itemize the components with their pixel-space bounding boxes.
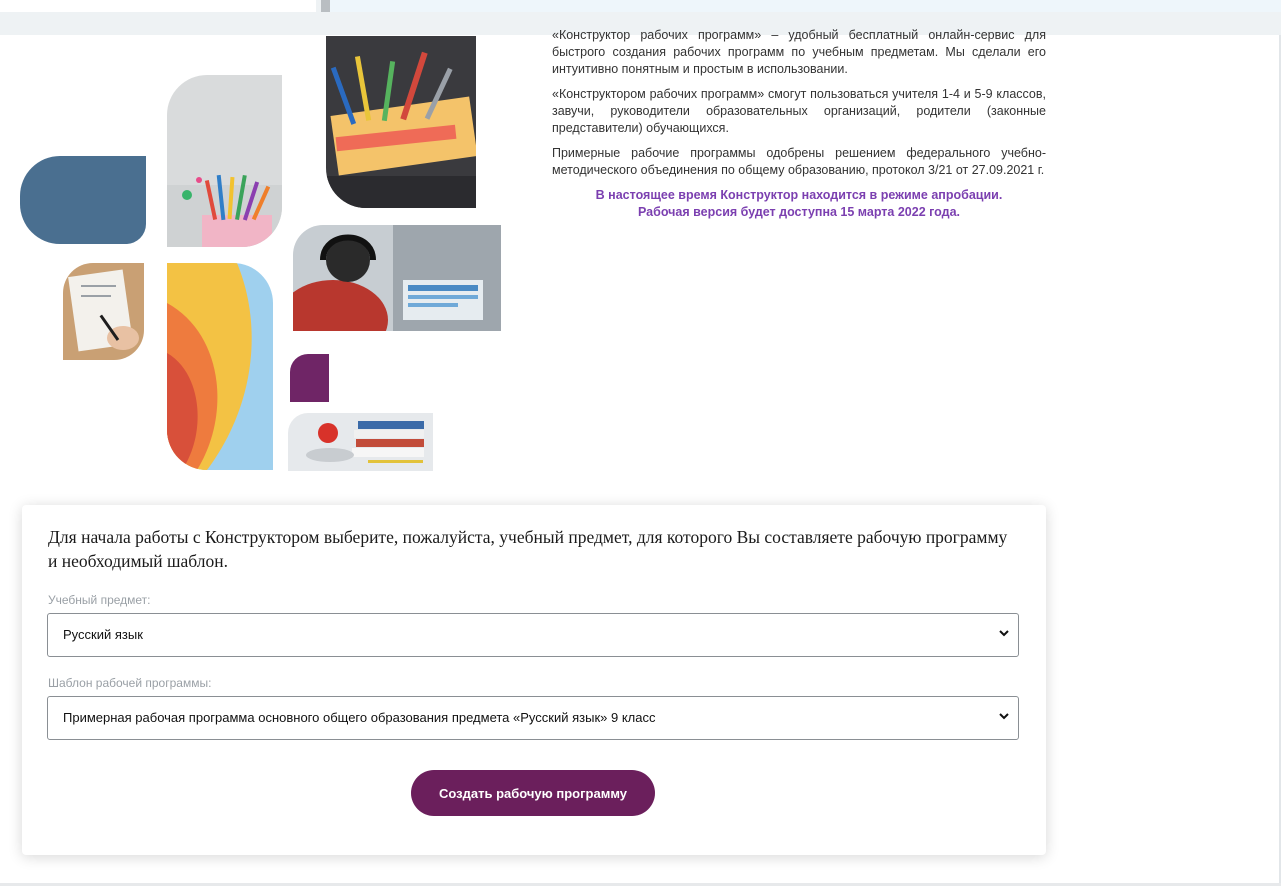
school-supplies-image [326, 36, 476, 208]
subject-label: Учебный предмет: [48, 593, 151, 607]
hero-collage [0, 35, 520, 475]
chevron-down-icon [998, 626, 1010, 640]
intro-paragraph-2: «Конструктором рабочих программ» смогут … [552, 87, 1046, 135]
subject-select[interactable]: Русский язык [47, 613, 1019, 657]
purple-tile [290, 354, 329, 402]
headphones-student-image [293, 225, 501, 331]
template-select-value: Примерная рабочая программа основного об… [63, 710, 656, 725]
intro-text: «Конструктор рабочих программ» – удобный… [552, 27, 1046, 221]
form-title: Для начала работы с Конструктором выбери… [48, 527, 1008, 571]
constructor-form-card: Для начала работы с Конструктором выбери… [22, 505, 1046, 855]
trial-notice-line-1: В настоящее время Конструктор находится … [595, 188, 1003, 202]
template-select[interactable]: Примерная рабочая программа основного об… [47, 696, 1019, 740]
books-apple-image [288, 413, 433, 471]
chevron-down-icon [998, 709, 1010, 723]
template-label: Шаблон рабочей программы: [48, 676, 212, 690]
intro-paragraph-3: Примерные рабочие программы одобрены реш… [552, 146, 1046, 177]
blue-tile [20, 156, 146, 244]
trial-notice: В настоящее время Конструктор находится … [552, 187, 1046, 221]
intro-paragraph-1: «Конструктор рабочих программ» – удобный… [552, 28, 1046, 76]
create-program-button[interactable]: Создать рабочую программу [411, 770, 655, 816]
writing-hand-image [63, 263, 144, 360]
pencils-image [167, 75, 282, 247]
top-bar-scroll-handle[interactable] [321, 0, 330, 12]
subject-select-value: Русский язык [63, 627, 143, 642]
trial-notice-line-2: Рабочая версия будет доступна 15 марта 2… [637, 205, 960, 219]
colored-paper-image [167, 263, 273, 470]
top-bar-right [330, 0, 1281, 12]
top-bar-left [0, 0, 316, 12]
